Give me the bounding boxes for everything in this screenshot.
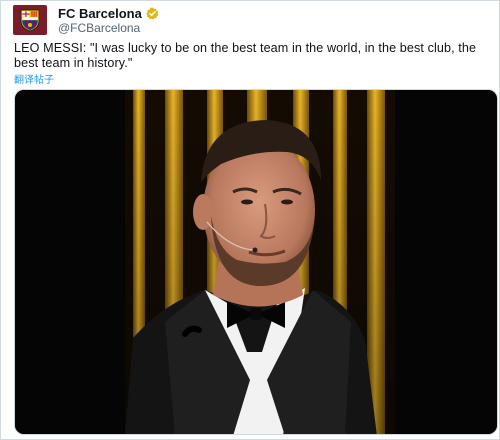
gold-verified-badge-icon[interactable] bbox=[146, 7, 159, 20]
translate-post-link[interactable]: 翻译帖子 bbox=[14, 71, 54, 86]
account-handle[interactable]: @FCBarcelona bbox=[58, 21, 140, 35]
tweet-text: LEO MESSI: "I was lucky to be on the bes… bbox=[14, 41, 477, 70]
tweet-card[interactable]: FC Barcelona @FCBarcelona LEO MESSI: "I … bbox=[0, 0, 500, 440]
video-frame-player-speaking-icon bbox=[15, 90, 497, 434]
fc-barcelona-crest-icon bbox=[20, 9, 40, 32]
account-avatar[interactable] bbox=[13, 5, 47, 35]
account-name[interactable]: FC Barcelona bbox=[58, 6, 142, 21]
tweet-video[interactable] bbox=[14, 89, 498, 435]
account-name-row[interactable]: FC Barcelona bbox=[58, 6, 159, 21]
